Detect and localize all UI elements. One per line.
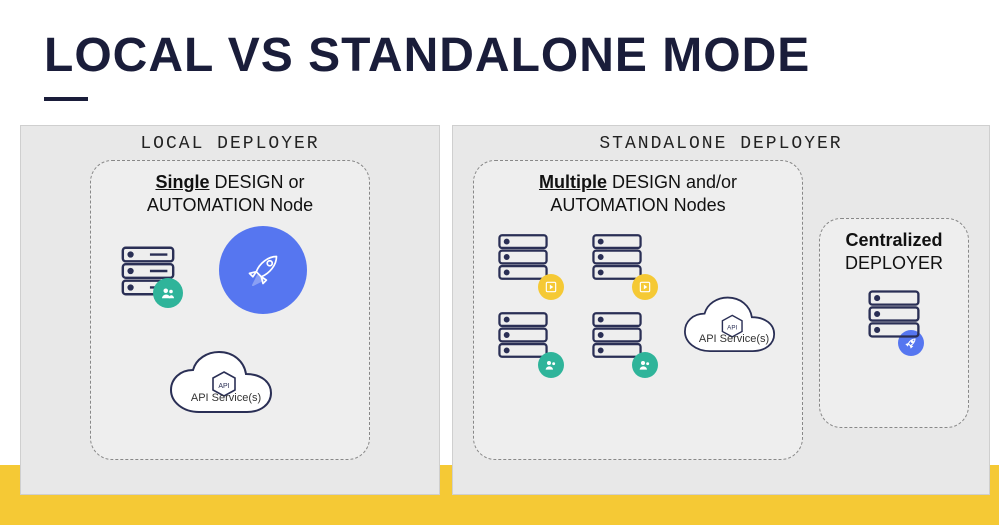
standalone-main-caption: Multiple DESIGN and/or AUTOMATION Nodes [474, 161, 802, 220]
local-node-box: Single DESIGN or AUTOMATION Node API API… [90, 160, 370, 460]
panel-local: LOCAL DEPLOYER Single DESIGN or AUTOMATI… [20, 125, 440, 495]
people-icon [153, 278, 183, 308]
local-caption-rest1: DESIGN or [209, 172, 304, 192]
server-icon [494, 228, 548, 282]
standalone-side-caption: Centralized DEPLOYER [820, 219, 968, 278]
local-caption: Single DESIGN or AUTOMATION Node [91, 161, 369, 220]
standalone-content: Multiple DESIGN and/or AUTOMATION Nodes [467, 160, 975, 460]
server-icon [494, 306, 548, 360]
people-icon [538, 352, 564, 378]
cloud-icon: API API Service(s) [676, 291, 792, 363]
side-caption-line2: DEPLOYER [845, 253, 943, 273]
grid-cell [588, 228, 658, 298]
api-label: API Service(s) [699, 333, 769, 345]
server-icon [588, 306, 642, 360]
standalone-main-box: Multiple DESIGN and/or AUTOMATION Nodes [473, 160, 803, 460]
standalone-side-box: Centralized DEPLOYER [819, 218, 969, 428]
server-icon [588, 228, 642, 282]
play-icon [538, 274, 564, 300]
side-caption-line1: Centralized [845, 230, 942, 250]
svg-text:API: API [727, 325, 737, 332]
play-icon [632, 274, 658, 300]
standalone-caption-rest1: DESIGN and/or [607, 172, 737, 192]
panel-standalone-title: STANDALONE DEPLOYER [467, 134, 975, 154]
panel-local-title: LOCAL DEPLOYER [35, 134, 425, 154]
grid-cell [494, 228, 564, 298]
svg-text:API: API [218, 383, 229, 390]
local-caption-line2: AUTOMATION Node [147, 195, 313, 215]
cloud-icon: API API Service(s) [161, 346, 291, 424]
diagram-container: LOCAL DEPLOYER Single DESIGN or AUTOMATI… [20, 125, 979, 495]
grid-cell [588, 306, 658, 376]
local-content: API API Service(s) [91, 220, 369, 440]
standalone-caption-multiple: Multiple [539, 172, 607, 192]
standalone-caption-line2: AUTOMATION Nodes [550, 195, 725, 215]
server-grid [494, 228, 664, 376]
api-label: API Service(s) [191, 392, 261, 404]
title-underline [44, 97, 88, 101]
local-caption-single: Single [155, 172, 209, 192]
panel-standalone: STANDALONE DEPLOYER Multiple DESIGN and/… [452, 125, 990, 495]
people-icon [632, 352, 658, 378]
rocket-icon [219, 226, 307, 314]
page-title: LOCAL VS STANDALONE MODE [0, 0, 999, 83]
grid-cell [494, 306, 564, 376]
